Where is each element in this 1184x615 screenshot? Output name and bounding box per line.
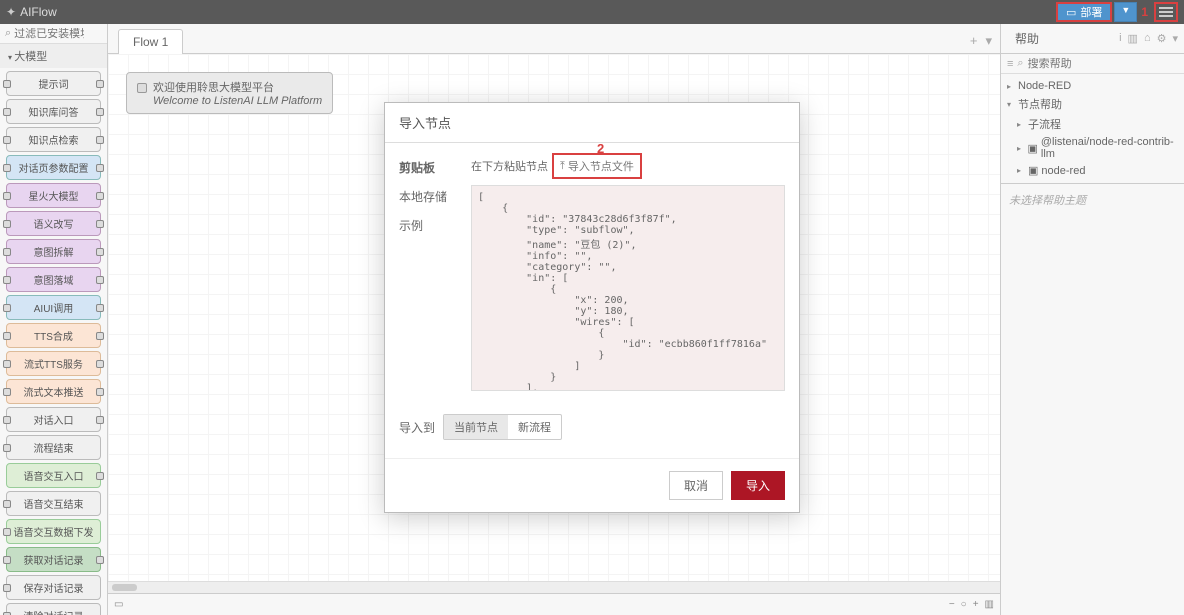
import-modal: 导入节点 剪贴板 本地存储 示例 在下方粘贴节点 2 ⤒ 导入节点文件 <box>384 102 800 513</box>
upload-label: 导入节点文件 <box>568 158 634 174</box>
seg-new[interactable]: 新流程 <box>508 415 561 439</box>
import-modal-overlay: 导入节点 剪贴板 本地存储 示例 在下方粘贴节点 2 ⤒ 导入节点文件 <box>0 0 1184 615</box>
paste-label: 在下方粘贴节点 <box>471 158 548 174</box>
import-to-label: 导入到 <box>399 419 435 436</box>
import-json-textarea[interactable] <box>471 185 785 391</box>
import-tab-examples[interactable]: 示例 <box>399 211 471 240</box>
upload-file-button[interactable]: 2 ⤒ 导入节点文件 <box>552 153 642 179</box>
cancel-button[interactable]: 取消 <box>669 471 723 500</box>
modal-title: 导入节点 <box>385 103 799 143</box>
import-button[interactable]: 导入 <box>731 471 785 500</box>
import-target-segment: 当前节点 新流程 <box>443 414 562 440</box>
import-tab-local[interactable]: 本地存储 <box>399 182 471 211</box>
seg-current[interactable]: 当前节点 <box>444 415 508 439</box>
upload-icon: ⤒ <box>560 160 565 173</box>
anno-2: 2 <box>597 141 604 156</box>
import-tab-clipboard[interactable]: 剪贴板 <box>399 153 471 182</box>
